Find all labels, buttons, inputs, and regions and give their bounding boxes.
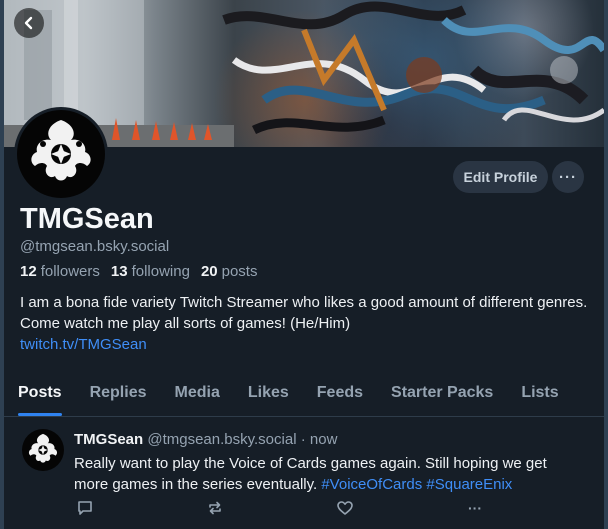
tab-likes[interactable]: Likes [234, 370, 303, 416]
avatar[interactable] [17, 110, 105, 198]
tab-media[interactable]: Media [161, 370, 234, 416]
window-frame-right [604, 0, 608, 529]
avatar-emblem-image [28, 433, 58, 463]
edit-profile-button[interactable]: Edit Profile [453, 161, 548, 193]
bio-link[interactable]: twitch.tv/TMGSean [20, 334, 590, 355]
posts-stat: 20 posts [201, 263, 258, 280]
posts-label: posts [221, 263, 258, 280]
profile-tabs: Posts Replies Media Likes Feeds Starter … [4, 370, 604, 416]
post-avatar[interactable] [22, 429, 64, 471]
tab-posts[interactable]: Posts [4, 370, 76, 416]
post-more-button[interactable]: ··· [464, 497, 486, 519]
post-author-handle[interactable]: @tmgsean.bsky.social [147, 431, 296, 448]
profile-display-name: TMGSean [20, 203, 154, 235]
repost-button[interactable] [204, 497, 226, 519]
post-actions: ··· [74, 497, 594, 519]
back-button[interactable] [14, 8, 44, 38]
tab-lists[interactable]: Lists [507, 370, 572, 416]
ellipsis-icon: ··· [559, 168, 577, 186]
posts-count: 20 [200, 263, 218, 280]
profile-more-button[interactable]: ··· [552, 161, 584, 193]
avatar-emblem-image [31, 120, 91, 181]
hashtag-squareenix[interactable]: #SquareEnix [426, 476, 512, 493]
hashtag-voiceofcards[interactable]: #VoiceOfCards [321, 476, 422, 493]
profile-handle: @tmgsean.bsky.social [20, 238, 170, 255]
followers-count: 12 [20, 263, 37, 280]
followers-label: followers [40, 263, 100, 280]
following-label: following [131, 263, 190, 280]
followers-stat[interactable]: 12 followers [20, 263, 100, 280]
chevron-left-icon [24, 16, 33, 30]
post-author-name[interactable]: TMGSean [74, 431, 143, 448]
heart-icon [337, 501, 353, 515]
post-header: TMGSean @tmgsean.bsky.social · now [74, 431, 337, 448]
tab-starter-packs[interactable]: Starter Packs [377, 370, 507, 416]
reply-button[interactable] [74, 497, 96, 519]
post-separator: · [300, 431, 306, 448]
repost-arrows-icon [209, 501, 221, 515]
profile-stats: 12 followers 13 following 20 posts [20, 263, 257, 280]
bio-text: I am a bona fide variety Twitch Streamer… [20, 294, 588, 332]
ellipsis-icon: ··· [468, 500, 482, 516]
post-timestamp[interactable]: now [310, 431, 338, 448]
like-button[interactable] [334, 497, 356, 519]
profile-avatar-frame [14, 107, 108, 201]
speech-bubble-icon [78, 501, 92, 515]
post-item[interactable]: TMGSean @tmgsean.bsky.social · now Reall… [4, 417, 604, 529]
tab-replies[interactable]: Replies [76, 370, 161, 416]
post-text: Really want to play the Voice of Cards g… [74, 453, 584, 495]
following-stat[interactable]: 13 following [111, 263, 190, 280]
tab-feeds[interactable]: Feeds [303, 370, 377, 416]
profile-bio: I am a bona fide variety Twitch Streamer… [20, 292, 590, 355]
following-count: 13 [110, 263, 128, 280]
